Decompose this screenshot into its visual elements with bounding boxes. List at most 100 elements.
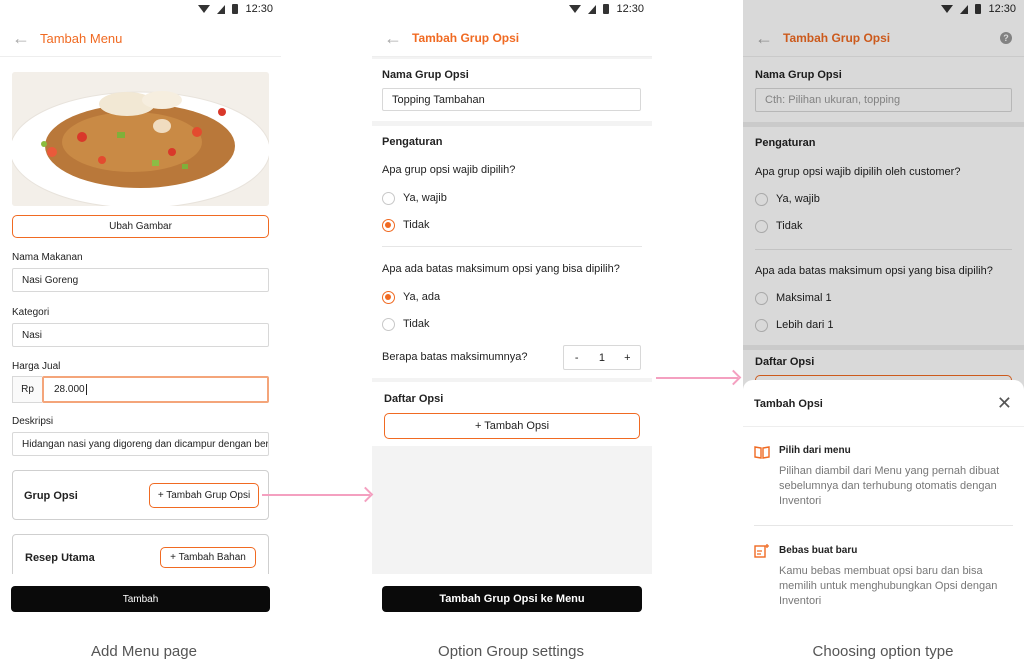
required-no-radio[interactable] bbox=[755, 220, 768, 233]
food-image bbox=[12, 72, 269, 206]
submit-button[interactable]: Tambah bbox=[11, 586, 270, 612]
max-yes-label: Ya, ada bbox=[403, 291, 441, 303]
add-group-to-menu-button[interactable]: Tambah Grup Opsi ke Menu bbox=[382, 586, 642, 612]
status-bar: 12:30 bbox=[372, 0, 652, 20]
food-name-label: Nama Makanan bbox=[12, 252, 83, 263]
bottom-bar: Tambah Grup Opsi ke Menu bbox=[372, 574, 652, 626]
help-icon[interactable]: ? bbox=[1000, 32, 1012, 44]
choose-option-type-screen: 12:30 ← Tambah Grup Opsi ? Nama Grup Ops… bbox=[743, 0, 1024, 626]
battery-icon bbox=[603, 4, 610, 14]
group-name-label: Nama Grup Opsi bbox=[755, 69, 842, 81]
open-book-icon bbox=[754, 446, 770, 459]
required-yes-label: Ya, wajib bbox=[776, 193, 820, 205]
caption-option-group: Option Group settings bbox=[438, 643, 584, 660]
choose-from-menu-option[interactable]: Pilih dari menu Pilihan diambil dari Men… bbox=[743, 432, 1024, 520]
max-limit-stepper: - 1 + bbox=[563, 345, 641, 370]
status-bar: 12:30 bbox=[743, 0, 1024, 20]
status-time: 12:30 bbox=[245, 3, 273, 15]
food-name-field[interactable]: Nasi Goreng bbox=[12, 268, 269, 292]
decrement-button[interactable]: - bbox=[564, 352, 589, 364]
option-list-title: Daftar Opsi bbox=[384, 393, 444, 405]
text-cursor bbox=[85, 384, 87, 395]
settings-title: Pengaturan bbox=[382, 136, 443, 148]
caption-add-menu: Add Menu page bbox=[91, 643, 197, 660]
description-field[interactable]: Hidangan nasi yang digoreng dan dicampur… bbox=[12, 432, 269, 456]
currency-prefix: Rp bbox=[12, 376, 42, 403]
category-field[interactable]: Nasi bbox=[12, 323, 269, 347]
page-title: Tambah Grup Opsi bbox=[412, 31, 520, 45]
create-new-description: Kamu bebas membuat opsi baru dan bisa me… bbox=[779, 565, 998, 607]
status-time: 12:30 bbox=[616, 3, 644, 15]
add-option-group-button[interactable]: + Tambah Grup Opsi bbox=[149, 483, 259, 508]
divider bbox=[755, 249, 1012, 250]
max-limit-label: Berapa batas maksimumnya? bbox=[382, 351, 528, 363]
group-name-field[interactable]: Cth: Pilihan ukuran, topping bbox=[755, 88, 1012, 112]
wifi-icon bbox=[198, 5, 211, 13]
group-name-section: Nama Grup Opsi Topping Tambahan bbox=[372, 59, 652, 121]
option-group-title: Grup Opsi bbox=[24, 490, 78, 502]
max-question: Apa ada batas maksimum opsi yang bisa di… bbox=[755, 265, 993, 277]
max-yes-radio[interactable] bbox=[382, 291, 395, 304]
back-arrow-icon[interactable]: ← bbox=[755, 29, 773, 47]
add-option-button[interactable]: + Tambah Opsi bbox=[384, 413, 640, 439]
fried-rice-illustration bbox=[12, 72, 269, 206]
required-no-radio[interactable] bbox=[382, 219, 395, 232]
app-bar: ← Tambah Grup Opsi bbox=[372, 20, 652, 57]
choose-from-menu-title: Pilih dari menu bbox=[779, 445, 851, 456]
page-title: Tambah Grup Opsi bbox=[783, 31, 891, 45]
required-question: Apa grup opsi wajib dipilih? bbox=[382, 164, 516, 176]
settings-title: Pengaturan bbox=[755, 137, 816, 149]
wifi-icon bbox=[569, 5, 582, 13]
flow-arrow bbox=[656, 377, 738, 379]
battery-icon bbox=[975, 4, 982, 14]
more-than-one-radio[interactable] bbox=[755, 319, 768, 332]
option-group-screen: 12:30 ← Tambah Grup Opsi Nama Grup Opsi … bbox=[372, 0, 652, 626]
back-arrow-icon[interactable]: ← bbox=[12, 29, 30, 47]
option-group-card: Grup Opsi + Tambah Grup Opsi bbox=[12, 470, 269, 520]
price-value: 28.000 bbox=[54, 384, 85, 395]
max-one-radio[interactable] bbox=[755, 292, 768, 305]
group-name-field[interactable]: Topping Tambahan bbox=[382, 88, 641, 111]
max-question: Apa ada batas maksimum opsi yang bisa di… bbox=[382, 263, 620, 275]
add-ingredient-button[interactable]: + Tambah Bahan bbox=[160, 547, 256, 568]
new-item-sparkle-icon bbox=[754, 544, 769, 558]
max-one-label: Maksimal 1 bbox=[776, 292, 832, 304]
page-title: Tambah Menu bbox=[40, 30, 123, 46]
create-new-title: Bebas buat baru bbox=[779, 545, 858, 556]
price-field[interactable]: 28.000 bbox=[42, 376, 269, 403]
signal-icon bbox=[960, 4, 969, 14]
flow-arrow bbox=[262, 494, 370, 496]
close-icon[interactable]: ✕ bbox=[997, 394, 1012, 412]
sheet-title: Tambah Opsi bbox=[754, 398, 823, 410]
max-no-radio[interactable] bbox=[382, 318, 395, 331]
required-yes-radio[interactable] bbox=[755, 193, 768, 206]
group-name-label: Nama Grup Opsi bbox=[382, 69, 469, 81]
signal-icon bbox=[588, 4, 597, 14]
more-than-one-label: Lebih dari 1 bbox=[776, 319, 834, 331]
description-label: Deskripsi bbox=[12, 416, 54, 427]
back-arrow-icon[interactable]: ← bbox=[384, 29, 402, 47]
option-list-title: Daftar Opsi bbox=[755, 356, 815, 368]
main-recipe-title: Resep Utama bbox=[25, 552, 95, 564]
category-label: Kategori bbox=[12, 307, 50, 318]
change-image-button[interactable]: Ubah Gambar bbox=[12, 215, 269, 238]
app-bar: ← Tambah Menu bbox=[0, 20, 281, 57]
create-new-option[interactable]: Bebas buat baru Kamu bebas membuat opsi … bbox=[743, 532, 1024, 622]
required-yes-radio[interactable] bbox=[382, 192, 395, 205]
option-list-section: Daftar Opsi + Tambah Opsi bbox=[372, 382, 652, 446]
stepper-value: 1 bbox=[598, 351, 606, 364]
add-option-sheet: Tambah Opsi ✕ Pilih dari menu Pilihan di… bbox=[743, 380, 1024, 626]
required-question: Apa grup opsi wajib dipilih oleh custome… bbox=[755, 166, 961, 178]
add-menu-screen: 12:30 ← Tambah Menu Ubah Gambar Nama Mak… bbox=[0, 0, 281, 626]
bottom-bar: Tambah bbox=[0, 574, 281, 626]
increment-button[interactable]: + bbox=[615, 352, 640, 364]
max-no-label: Tidak bbox=[403, 318, 430, 330]
signal-icon bbox=[217, 4, 226, 14]
status-bar: 12:30 bbox=[0, 0, 281, 20]
price-label: Harga Jual bbox=[12, 361, 61, 372]
required-yes-label: Ya, wajib bbox=[403, 192, 447, 204]
required-no-label: Tidak bbox=[403, 219, 430, 231]
wifi-icon bbox=[941, 5, 954, 13]
required-no-label: Tidak bbox=[776, 220, 803, 232]
choose-from-menu-description: Pilihan diambil dari Menu yang pernah di… bbox=[779, 465, 1000, 507]
